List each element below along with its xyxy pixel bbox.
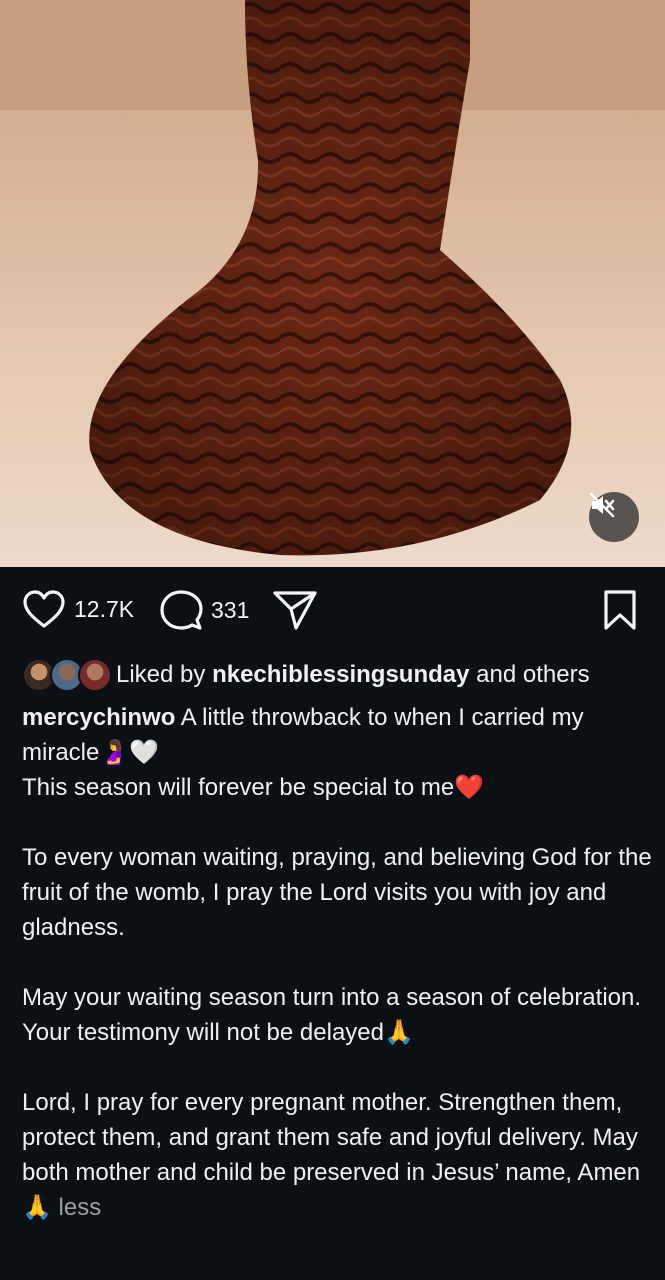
caption-paragraph-2: To every woman waiting, praying, and bel… bbox=[22, 844, 659, 941]
caption-paragraph-3a: May your waiting season turn into a seas… bbox=[22, 984, 642, 1011]
caption-paragraph-3b: Your testimony will not be delayed🙏 bbox=[22, 1019, 414, 1046]
muted-speaker-icon bbox=[589, 492, 615, 518]
post-actions-bar: 12.7K 331 bbox=[0, 567, 665, 651]
liker-avatars bbox=[22, 658, 116, 692]
liked-by-user[interactable]: nkechiblessingsunday bbox=[212, 661, 469, 689]
liked-by-prefix: Liked by bbox=[116, 661, 206, 688]
heart-icon[interactable] bbox=[22, 589, 66, 629]
caption-username[interactable]: mercychinwo bbox=[22, 704, 175, 731]
like-action[interactable]: 12.7K bbox=[22, 589, 134, 629]
post-caption: mercychinwo A little throwback to when I… bbox=[22, 700, 652, 1225]
caption-line2: This season will forever be special to m… bbox=[22, 774, 485, 801]
mute-button[interactable] bbox=[589, 492, 639, 542]
save-action[interactable] bbox=[602, 589, 638, 631]
bookmark-icon[interactable] bbox=[602, 589, 638, 631]
liked-by-row[interactable]: Liked by nkechiblessingsunday and others bbox=[22, 655, 652, 695]
comment-action[interactable]: 331 bbox=[159, 589, 249, 631]
dress-photo bbox=[0, 0, 665, 556]
post-media[interactable] bbox=[0, 0, 665, 567]
comment-count[interactable]: 331 bbox=[211, 597, 249, 624]
share-icon[interactable] bbox=[272, 589, 318, 631]
caption-paragraph-4: Lord, I pray for every pregnant mother. … bbox=[22, 1089, 645, 1221]
less-link[interactable]: less bbox=[52, 1194, 102, 1221]
liked-by-suffix[interactable]: and others bbox=[476, 661, 589, 689]
share-action[interactable] bbox=[272, 589, 318, 631]
comment-icon[interactable] bbox=[159, 589, 203, 631]
like-count[interactable]: 12.7K bbox=[74, 596, 134, 623]
avatar bbox=[78, 658, 112, 692]
